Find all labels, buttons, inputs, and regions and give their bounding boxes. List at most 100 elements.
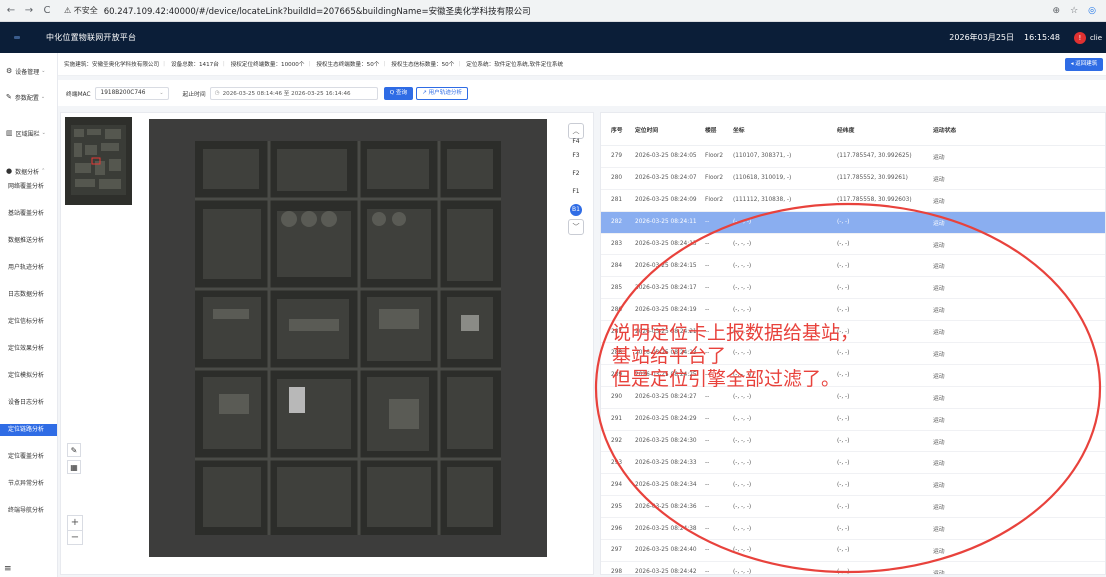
chevron-up-icon: ⌃ [41,168,46,174]
table-row[interactable]: 292 2026-03-25 08:24:30 -- (-, -, -) (-, -) 运… [601,431,1105,453]
floor-b1[interactable]: B1 [570,204,582,216]
sidebar-item[interactable]: 基站覆盖分析 [0,208,57,220]
pencil-icon[interactable]: ✎ [67,443,81,457]
table-cell: 2026-03-25 08:24:34 [635,481,697,488]
zoom-out-button[interactable]: − [68,530,82,544]
table-row[interactable]: 287 2026-03-25 08:24:21 -- (-, -, -) (-, -) 运… [601,321,1105,344]
sidebar-item[interactable]: 数据推送分析 [0,235,57,247]
sidebar-item[interactable]: 定位效果分析 [0,343,57,355]
table-row[interactable]: 283 2026-03-25 08:24:13 -- (-, -, -) (-, -) 运… [601,234,1105,256]
table-row[interactable]: 286 2026-03-25 08:24:19 -- (-, -, -) (-, -) 运… [601,299,1105,322]
table-cell: (-, -, -) [733,372,752,379]
sidebar-item[interactable]: 定位链路分析 [0,424,57,436]
table-cell: (-, -, -) [733,503,752,510]
table-row[interactable]: 289 2026-03-25 08:24:25 -- (-, -, -) (-, -) 运… [601,365,1105,387]
sidebar-item[interactable]: 节点异常分析 [0,478,57,490]
table-cell: 2026-03-25 08:24:17 [635,284,697,291]
header-time: 16:15:48 [1024,33,1060,42]
user-name[interactable]: clie [1090,34,1102,42]
table-cell: Floor2 [705,175,724,182]
star-icon[interactable]: ☆ [1070,6,1078,16]
table-cell: 288 [611,350,623,357]
zoom-in-button[interactable]: + [68,516,82,530]
table-cell: 2026-03-25 08:24:21 [635,328,697,335]
table-cell: (-, -, -) [733,481,752,488]
table-row[interactable]: 291 2026-03-25 08:24:29 -- (-, -, -) (-, -) 运… [601,409,1105,431]
table-cell: (-, -, -) [733,241,752,247]
chevron-up-icon[interactable]: ︿ [568,123,584,139]
sidebar-item[interactable]: 日志数据分析 [0,289,57,301]
mac-select[interactable]: 1918B200C746 ⌄ [94,86,169,100]
table-row[interactable]: 290 2026-03-25 08:24:27 -- (-, -, -) (-, -) 运… [601,387,1105,409]
back-to-building-button[interactable]: ◂ 返回建筑 [1065,58,1103,71]
table-cell: (-, -) [837,262,850,269]
sidebar-group-device[interactable]: ⚙ 设备管理 ⌄ [0,65,57,77]
table-cell: 运动 [933,548,945,555]
table-row[interactable]: 281 2026-03-25 08:24:09 Floor2 (111112, 310… [601,190,1105,212]
col-index: 序号 [611,127,623,134]
floor-f2[interactable]: F2 [572,165,579,183]
url-text[interactable]: 60.247.109.42:40000/#/device/locateLink?… [104,5,531,17]
table-row[interactable]: 295 2026-03-25 08:24:36 -- (-, -, -) (-, -) 运… [601,496,1105,519]
track-analysis-button[interactable]: ↗ 用户轨迹分析 [416,86,469,100]
sidebar-item[interactable]: 定位模拟分析 [0,370,57,382]
address-bar[interactable]: ⚠ 不安全 60.247.109.42:40000/#/device/locat… [64,3,1053,19]
clock-icon: ◷ [214,90,220,96]
table-cell: 运动 [933,242,945,249]
table-cell: (-, -, -) [733,350,752,357]
satellite-map[interactable] [149,119,547,557]
time-range-picker[interactable]: ◷ 2026-03-25 08:14:46 至 2026-03-25 16:14… [209,86,378,100]
table-row[interactable]: 285 2026-03-25 08:24:17 -- (-, -, -) (-, -) 运… [601,277,1105,300]
floor-f1[interactable]: F1 [572,183,579,201]
chevron-down-icon: ⌄ [40,94,46,100]
map-thumbnail[interactable] [65,117,132,205]
info-building: 实施建筑：安徽圣奥化学科技有限公司 [64,62,160,68]
table-cell: 运动 [933,570,945,575]
table-cell: 运动 [933,395,945,402]
reload-icon[interactable]: C [40,4,54,18]
table-cell: 297 [611,547,623,554]
chart-icon: ▥ [6,129,13,137]
sidebar-group-label: 设备管理 [15,68,40,76]
table-row[interactable]: 288 2026-03-25 08:24:23 -- (-, -, -) (-, -) 运… [601,343,1105,365]
insecure-badge[interactable]: ⚠ 不安全 [64,5,98,16]
floor-f3[interactable]: F3 [572,147,579,165]
sidebar-group-analysis[interactable]: ● 数据分析 ⌃ [0,165,57,177]
table-cell: -- [705,350,710,357]
sidebar-item[interactable]: 用户轨迹分析 [0,262,57,274]
table-row[interactable]: 294 2026-03-25 08:24:34 -- (-, -, -) (-, -) 运… [601,474,1105,497]
sidebar-item[interactable]: 终端导航分析 [0,505,57,517]
sidebar-item[interactable]: 设备日志分析 [0,397,57,409]
table-cell: -- [705,372,710,379]
table-row[interactable]: 280 2026-03-25 08:24:07 Floor2 (110618, 310… [601,168,1105,190]
table-row[interactable]: 284 2026-03-25 08:24:15 -- (-, -, -) (-, -) 运… [601,255,1105,278]
sidebar-group-fence[interactable]: ▥ 区域围栏 ⌄ [0,127,57,139]
table-row[interactable]: 297 2026-03-25 08:24:40 -- (-, -, -) (-, -) 运… [601,540,1105,562]
chevron-down-icon[interactable]: ﹀ [568,219,584,235]
table-cell: 279 [611,153,623,160]
floor-f4[interactable]: F4 [572,139,579,147]
sidebar-group-params[interactable]: ✎ 参数配置 ⌄ [0,91,57,103]
menu-toggle-icon[interactable]: ≡ [4,564,12,574]
table-row[interactable]: 296 2026-03-25 08:24:38 -- (-, -, -) (-, -) 运… [601,518,1105,541]
table-row[interactable]: 279 2026-03-25 08:24:05 Floor2 (110107, 308… [601,146,1105,168]
forward-icon[interactable]: → [22,4,36,18]
grid-icon[interactable]: ▦ [67,460,81,474]
sidebar-item[interactable]: 定位信标分析 [0,316,57,328]
account-icon[interactable]: ◎ [1088,6,1096,16]
col-time: 定位时间 [635,127,659,134]
table-row[interactable]: 298 2026-03-25 08:24:42 -- (-, -, -) (-, -) 运… [601,562,1105,575]
avatar[interactable]: ! [1073,31,1086,44]
sidebar-item[interactable]: 定位覆盖分析 [0,451,57,463]
query-button[interactable]: Q 查询 [383,86,414,100]
table-cell: -- [705,241,710,247]
table-cell: -- [705,284,710,291]
sidebar-item[interactable]: 网络覆盖分析 [0,181,57,193]
table-cell: (-, -) [837,525,850,532]
back-icon[interactable]: ← [4,4,18,18]
table-row[interactable]: 293 2026-03-25 08:24:33 -- (-, -, -) (-, -) 运… [601,452,1105,475]
table-row[interactable]: 282 2026-03-25 08:24:11 -- (-, -, -) (-, -) 运… [601,211,1105,234]
table-cell: 292 [611,438,623,445]
table-cell: 2026-03-25 08:24:19 [635,306,697,313]
zoom-icon[interactable]: ⊕ [1053,6,1061,16]
